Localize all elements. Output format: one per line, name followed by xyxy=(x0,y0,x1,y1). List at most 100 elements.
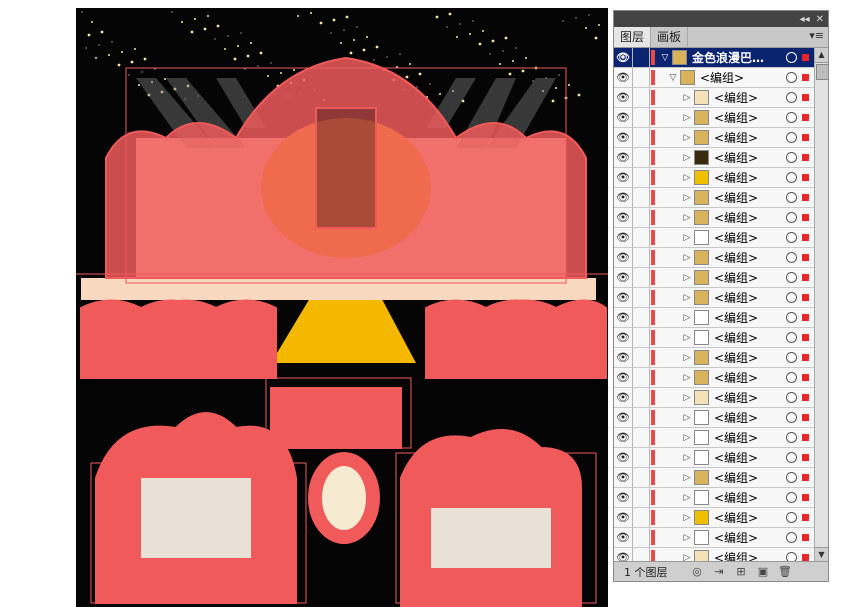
layer-row[interactable]: 👁 ▷ <编组> xyxy=(614,268,814,288)
layer-row[interactable]: 👁 ▷ <编组> xyxy=(614,388,814,408)
target-circle-icon[interactable] xyxy=(786,532,797,543)
expand-right-icon[interactable]: ▷ xyxy=(680,433,694,443)
lock-toggle[interactable] xyxy=(633,188,650,207)
selection-indicator[interactable] xyxy=(802,114,809,121)
visibility-eye-icon[interactable]: 👁 xyxy=(614,248,633,267)
visibility-eye-icon[interactable]: 👁 xyxy=(614,448,633,467)
layer-row[interactable]: 👁 ▷ <编组> xyxy=(614,208,814,228)
expand-right-icon[interactable]: ▷ xyxy=(680,233,694,243)
layer-row[interactable]: 👁 ▷ <编组> xyxy=(614,408,814,428)
expand-down-icon[interactable]: ▽ xyxy=(666,73,680,83)
expand-right-icon[interactable]: ▷ xyxy=(680,453,694,463)
expand-right-icon[interactable]: ▷ xyxy=(680,313,694,323)
selection-indicator[interactable] xyxy=(802,54,809,61)
lock-toggle[interactable] xyxy=(633,88,650,107)
target-circle-icon[interactable] xyxy=(786,272,797,283)
target-circle-icon[interactable] xyxy=(786,232,797,243)
target-circle-icon[interactable] xyxy=(786,72,797,83)
expand-right-icon[interactable]: ▷ xyxy=(680,333,694,343)
target-circle-icon[interactable] xyxy=(786,132,797,143)
panel-menu-icon[interactable]: ▾≡ xyxy=(809,29,824,42)
lock-toggle[interactable] xyxy=(633,168,650,187)
new-layer-icon[interactable]: ▣ xyxy=(752,565,774,578)
selection-indicator[interactable] xyxy=(802,454,809,461)
target-circle-icon[interactable] xyxy=(786,472,797,483)
target-circle-icon[interactable] xyxy=(786,292,797,303)
layer-row[interactable]: 👁 ▷ <编组> xyxy=(614,348,814,368)
target-circle-icon[interactable] xyxy=(786,492,797,503)
layer-row[interactable]: 👁 ▷ <编组> xyxy=(614,448,814,468)
lock-toggle[interactable] xyxy=(633,368,650,387)
lock-toggle[interactable] xyxy=(633,528,650,547)
scroll-thumb[interactable] xyxy=(816,64,829,80)
selection-indicator[interactable] xyxy=(802,94,809,101)
expand-right-icon[interactable]: ▷ xyxy=(680,493,694,503)
expand-right-icon[interactable]: ▷ xyxy=(680,293,694,303)
expand-right-icon[interactable]: ▷ xyxy=(680,173,694,183)
target-circle-icon[interactable] xyxy=(786,112,797,123)
target-circle-icon[interactable] xyxy=(786,512,797,523)
lock-toggle[interactable] xyxy=(633,48,650,67)
make-clipping-mask-icon[interactable]: ⇥ xyxy=(708,565,730,578)
tab-layers[interactable]: 图层 xyxy=(614,27,652,47)
target-circle-icon[interactable] xyxy=(786,372,797,383)
lock-toggle[interactable] xyxy=(633,468,650,487)
lock-toggle[interactable] xyxy=(633,388,650,407)
target-circle-icon[interactable] xyxy=(786,352,797,363)
target-circle-icon[interactable] xyxy=(786,92,797,103)
collapse-icon[interactable]: ◂◂ xyxy=(800,14,810,25)
expand-right-icon[interactable]: ▷ xyxy=(680,213,694,223)
expand-right-icon[interactable]: ▷ xyxy=(680,513,694,523)
layer-row[interactable]: 👁 ▽ <编组> xyxy=(614,68,814,88)
lock-toggle[interactable] xyxy=(633,448,650,467)
visibility-eye-icon[interactable]: 👁 xyxy=(614,328,633,347)
expand-right-icon[interactable]: ▷ xyxy=(680,133,694,143)
scroll-up-icon[interactable]: ▲ xyxy=(815,48,828,63)
target-circle-icon[interactable] xyxy=(786,212,797,223)
visibility-eye-icon[interactable]: 👁 xyxy=(614,208,633,227)
selection-indicator[interactable] xyxy=(802,174,809,181)
lock-toggle[interactable] xyxy=(633,408,650,427)
selection-indicator[interactable] xyxy=(802,274,809,281)
expand-right-icon[interactable]: ▷ xyxy=(680,413,694,423)
locate-object-icon[interactable]: ◎ xyxy=(686,565,708,578)
selection-indicator[interactable] xyxy=(802,534,809,541)
target-circle-icon[interactable] xyxy=(786,52,797,63)
selection-indicator[interactable] xyxy=(802,254,809,261)
panel-titlebar[interactable]: ◂◂ ✕ xyxy=(614,11,828,27)
selection-indicator[interactable] xyxy=(802,474,809,481)
lock-toggle[interactable] xyxy=(633,488,650,507)
layer-row[interactable]: 👁 ▷ <编组> xyxy=(614,248,814,268)
artboard-canvas[interactable] xyxy=(76,8,608,607)
lock-toggle[interactable] xyxy=(633,228,650,247)
visibility-eye-icon[interactable]: 👁 xyxy=(614,88,633,107)
layer-row[interactable]: 👁 ▷ <编组> xyxy=(614,148,814,168)
layer-row[interactable]: 👁 ▷ <编组> xyxy=(614,368,814,388)
visibility-eye-icon[interactable]: 👁 xyxy=(614,268,633,287)
selection-indicator[interactable] xyxy=(802,554,809,561)
selection-indicator[interactable] xyxy=(802,134,809,141)
visibility-eye-icon[interactable]: 👁 xyxy=(614,408,633,427)
visibility-eye-icon[interactable]: 👁 xyxy=(614,148,633,167)
layer-row[interactable]: 👁 ▷ <编组> xyxy=(614,468,814,488)
expand-right-icon[interactable]: ▷ xyxy=(680,93,694,103)
selection-indicator[interactable] xyxy=(802,74,809,81)
lock-toggle[interactable] xyxy=(633,508,650,527)
expand-right-icon[interactable]: ▷ xyxy=(680,253,694,263)
close-icon[interactable]: ✕ xyxy=(816,14,824,25)
new-sublayer-icon[interactable]: ⊞ xyxy=(730,565,752,578)
target-circle-icon[interactable] xyxy=(786,152,797,163)
target-circle-icon[interactable] xyxy=(786,312,797,323)
target-circle-icon[interactable] xyxy=(786,392,797,403)
target-circle-icon[interactable] xyxy=(786,332,797,343)
selection-indicator[interactable] xyxy=(802,294,809,301)
layer-row[interactable]: 👁 ▷ <编组> xyxy=(614,108,814,128)
design-artwork[interactable] xyxy=(76,8,608,607)
delete-icon[interactable]: 🗑 xyxy=(774,565,796,578)
layer-row[interactable]: 👁 ▷ <编组> xyxy=(614,508,814,528)
layer-row[interactable]: 👁 ▷ <编组> xyxy=(614,128,814,148)
visibility-eye-icon[interactable]: 👁 xyxy=(614,468,633,487)
target-circle-icon[interactable] xyxy=(786,432,797,443)
layer-row[interactable]: 👁 ▷ <编组> xyxy=(614,308,814,328)
layer-row[interactable]: 👁 ▷ <编组> xyxy=(614,288,814,308)
